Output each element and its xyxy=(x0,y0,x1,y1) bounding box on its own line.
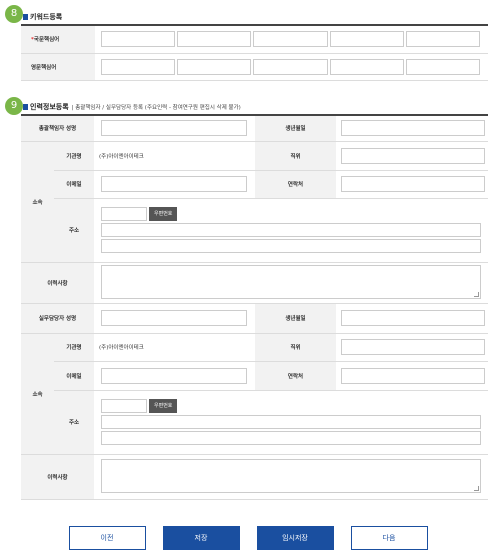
staff-address-label: 주소 xyxy=(54,390,94,455)
staff-affiliation-label: 소속 xyxy=(21,333,54,455)
chief-birth-input[interactable] xyxy=(341,120,485,137)
chief-contact-label: 연락처 xyxy=(255,170,336,199)
chief-address-line2-input[interactable] xyxy=(101,239,481,253)
chief-org-value: (주)아이엔아이테크 xyxy=(94,141,255,171)
chief-email-label: 이메일 xyxy=(54,170,94,199)
save-button[interactable]: 저장 xyxy=(162,526,240,550)
korean-keyword-inputs xyxy=(95,31,488,48)
chief-name-input[interactable] xyxy=(101,120,247,137)
staff-contact-input[interactable] xyxy=(341,367,485,384)
korean-keyword-label: *국문핵심어 xyxy=(21,26,95,54)
korean-keyword-input-4[interactable] xyxy=(329,31,404,48)
english-keyword-input-3[interactable] xyxy=(253,58,328,75)
chief-position-input[interactable] xyxy=(341,147,485,164)
staff-name-label: 실무담당자 성명 xyxy=(21,303,94,334)
english-keyword-input-1[interactable] xyxy=(101,58,176,75)
korean-keyword-input-1[interactable] xyxy=(101,31,176,48)
chief-contact-input[interactable] xyxy=(341,176,485,192)
chief-address-label: 주소 xyxy=(54,198,94,263)
step-badge-9: 9 xyxy=(5,97,23,115)
chief-name-label: 총괄책임자 성명 xyxy=(21,116,94,142)
staff-address-line1-input[interactable] xyxy=(101,415,481,429)
chief-address-line1-input[interactable] xyxy=(101,223,481,237)
chief-postcode-button[interactable]: 우편번호 xyxy=(149,207,178,221)
keyword-title-text: 키워드등록 xyxy=(30,13,63,21)
staff-career-label: 이력사항 xyxy=(21,454,94,500)
english-keyword-label: 영문핵심어 xyxy=(21,53,95,81)
resize-grip-icon[interactable] xyxy=(474,292,479,298)
staff-org-label: 기관명 xyxy=(54,333,94,362)
step-badge-8: 8 xyxy=(5,5,23,23)
prev-button[interactable]: 이전 xyxy=(68,526,146,550)
staff-address-line2-input[interactable] xyxy=(101,431,481,445)
temp-save-button[interactable]: 임시저장 xyxy=(256,526,334,550)
title-marker xyxy=(23,14,28,20)
chief-email-input[interactable] xyxy=(101,176,247,192)
chief-career-textarea[interactable] xyxy=(101,265,481,300)
chief-birth-label: 생년월일 xyxy=(255,116,336,142)
next-button[interactable]: 다음 xyxy=(350,526,428,550)
resize-grip-icon[interactable] xyxy=(474,486,479,492)
korean-keyword-input-2[interactable] xyxy=(177,31,252,48)
staff-position-label: 직위 xyxy=(255,333,336,362)
form-action-bar: 이전 저장 임시저장 다음 xyxy=(0,526,496,550)
staff-email-input[interactable] xyxy=(101,367,247,384)
keyword-section-title: 키워드등록 xyxy=(23,12,62,22)
chief-position-label: 직위 xyxy=(255,141,336,171)
keyword-table: *국문핵심어 영문핵심어 xyxy=(21,26,488,81)
english-keyword-input-4[interactable] xyxy=(329,58,404,75)
korean-keyword-input-5[interactable] xyxy=(405,31,481,48)
chief-postcode-input[interactable] xyxy=(101,207,147,221)
staff-name-input[interactable] xyxy=(101,310,247,326)
chief-affiliation-label: 소속 xyxy=(21,141,54,263)
staff-contact-label: 연락처 xyxy=(255,361,336,391)
personnel-subtitle: | 총괄책임자 / 실무담당자 등록 (주요인력 - 참여연구원 편집시 삭제 … xyxy=(71,105,241,111)
korean-keyword-input-3[interactable] xyxy=(253,31,328,48)
english-keyword-input-5[interactable] xyxy=(405,58,481,75)
personnel-title-text: 인력정보등록 xyxy=(30,103,69,111)
staff-postcode-input[interactable] xyxy=(101,399,147,413)
english-keyword-input-2[interactable] xyxy=(177,58,252,75)
staff-position-input[interactable] xyxy=(341,339,485,355)
staff-career-textarea[interactable] xyxy=(101,459,481,494)
personnel-table: 총괄책임자 성명 생년월일 소속 기관명 (주)아이엔아이테크 직위 이메일 연… xyxy=(21,116,488,500)
staff-org-value: (주)아이엔아이테크 xyxy=(94,333,255,362)
staff-birth-label: 생년월일 xyxy=(255,303,336,334)
personnel-section-title: 인력정보등록 | 총괄책임자 / 실무담당자 등록 (주요인력 - 참여연구원 편… xyxy=(23,102,241,112)
korean-keyword-label-text: 국문핵심어 xyxy=(33,37,60,44)
staff-postcode-button[interactable]: 우편번호 xyxy=(149,399,178,413)
chief-org-label: 기관명 xyxy=(54,141,94,171)
chief-career-label: 이력사항 xyxy=(21,262,94,304)
english-keyword-inputs xyxy=(95,58,488,75)
title-marker xyxy=(23,104,28,110)
staff-birth-input[interactable] xyxy=(341,310,485,326)
staff-email-label: 이메일 xyxy=(54,361,94,391)
